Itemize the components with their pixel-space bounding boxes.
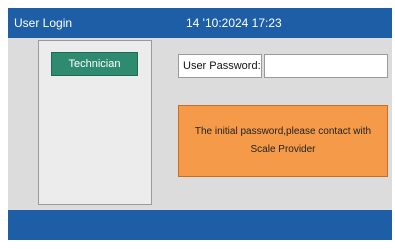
window-title: User Login [14, 16, 73, 30]
password-notice-text: The initial password,please contact with… [194, 126, 372, 155]
password-input[interactable] [264, 54, 388, 78]
bottom-bar [8, 210, 392, 240]
password-label: User Password: [178, 54, 262, 78]
datetime-display: 14 '10:2024 17:23 [186, 16, 282, 30]
user-item-technician[interactable]: Technician [51, 52, 138, 76]
title-bar: User Login 14 '10:2024 17:23 [8, 8, 392, 38]
login-window: User Login 14 '10:2024 17:23 Technician … [8, 8, 392, 240]
password-notice: The initial password,please contact with… [178, 105, 388, 177]
user-list-panel: Technician [38, 40, 152, 205]
